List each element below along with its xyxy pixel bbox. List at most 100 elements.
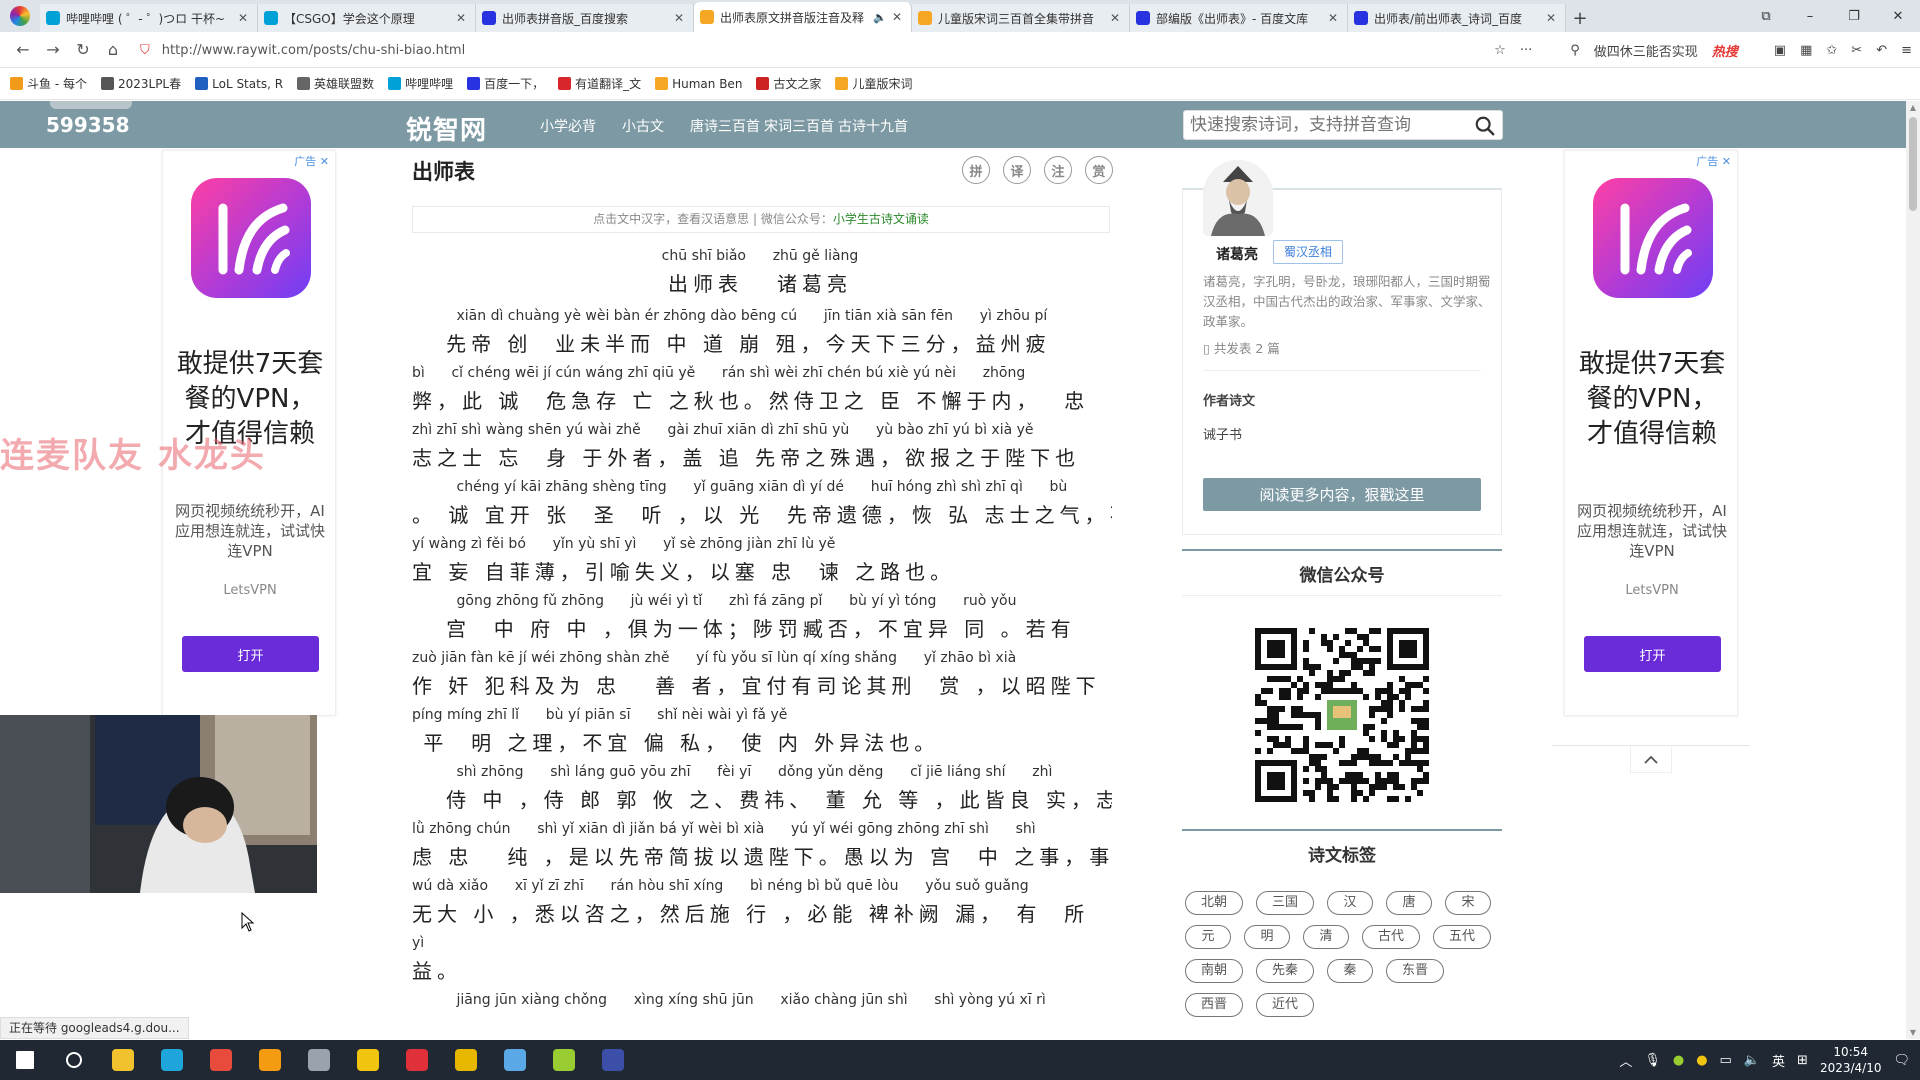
browser-tab[interactable]: 部编版《出师表》- 百度文库 ✕ [1130,4,1348,32]
taskbar-app-owl-icon[interactable] [441,1040,490,1080]
favorites-icon[interactable]: ✩ [1826,43,1837,58]
taskbar-app-gray-icon[interactable] [294,1040,343,1080]
maximize-button[interactable]: ❐ [1832,9,1876,24]
url-field[interactable]: ⛉ http://www.raywit.com/posts/chu-shi-bi… [140,37,1440,63]
more-menu-icon[interactable]: ··· [1520,43,1532,58]
right-ad[interactable]: 广告 ✕ 敢提供7天套餐的VPN，才值得信赖 网页视频统统秒开，AI应用想连就连… [1564,150,1738,716]
read-more-button[interactable]: 阅读更多内容，狠戳这里 [1203,478,1481,511]
hanzi-line[interactable]: 侍 中 ，侍 郎 郭 攸 之、费祎、 董 允 等 ，此皆良 实，志 [412,782,1112,819]
taskbar-app-se-icon[interactable] [588,1040,637,1080]
reload-button[interactable]: ↻ [68,40,98,59]
tag-chip[interactable]: 近代 [1256,993,1315,1017]
bookmark-item[interactable]: 2023LPL春 [100,75,181,92]
back-button[interactable]: ← [8,40,38,59]
tag-chip[interactable]: 东晋 [1386,959,1445,983]
undo-icon[interactable]: ↶ [1876,43,1887,58]
taskbar-browser-icon[interactable] [196,1040,245,1080]
close-tab-icon[interactable]: ✕ [453,11,469,25]
side-search-text[interactable]: 做四休三能否实现 [1594,41,1698,60]
tag-chip[interactable]: 元 [1185,925,1231,949]
system-clock[interactable]: 10:54 2023/4/10 [1820,1044,1882,1076]
taskbar-search-icon[interactable] [49,1040,98,1080]
hanzi-line[interactable]: 作 奸 犯科及为 忠 善 者，宜付有司论其刑 赏 ，以昭陛下 [412,668,1112,705]
taskbar-steam-icon[interactable] [490,1040,539,1080]
hot-search-label[interactable]: 热搜 [1712,41,1738,60]
bookmark-item[interactable]: Human Ben [655,77,742,91]
hanzi-line[interactable]: 志之士 忘 身 于外者，盖 追 先帝之殊遇，欲报之于陛下也 [412,440,1112,477]
tag-chip[interactable]: 西晋 [1185,993,1244,1017]
home-button[interactable]: ⌂ [98,40,128,59]
close-tab-icon[interactable]: ✕ [889,10,905,24]
taskbar-edge-icon[interactable] [147,1040,196,1080]
close-tab-icon[interactable]: ✕ [671,11,687,25]
site-logo[interactable]: 锐智网 [406,110,487,147]
scrollbar-thumb[interactable] [1909,117,1917,211]
bookmark-item[interactable]: 儿童版宋词 [835,75,912,92]
tag-chip[interactable]: 汉 [1327,891,1374,915]
taskbar-app-obs-icon[interactable] [343,1040,392,1080]
browser-tab[interactable]: 哔哩哔哩 ( ゜- ゜)つロ 干杯~ ✕ [40,4,258,32]
network-icon[interactable]: ▭ [1720,1053,1732,1068]
browser-tab[interactable]: 出师表原文拼音版注音及释 🔈 ✕ [694,2,912,32]
nav-song-ci[interactable]: 宋词三百首 [764,116,834,136]
hanzi-line[interactable]: 。 诚 宜开 张 圣 听 ，以 光 先帝遗德，恢 弘 志士之气，不 [412,497,1112,534]
reader-icon[interactable]: ▣ [1774,43,1786,58]
ad-open-button[interactable]: 打开 [182,636,319,672]
ad-open-button[interactable]: 打开 [1584,636,1721,672]
tag-chip[interactable]: 南朝 [1185,959,1244,983]
nav-tang-poems[interactable]: 唐诗三百首 [690,116,760,136]
bookmark-star-icon[interactable]: ☆ [1494,43,1506,58]
bookmark-item[interactable]: 哔哩哔哩 [388,75,453,92]
bookmark-item[interactable]: 古文之家 [756,75,821,92]
hanzi-line[interactable]: 无大 小 ，悉以咨之，然后施 行 ，必能 裨补阙 漏， 有 所 广 [412,896,1112,933]
title-hanzi[interactable]: 出师表 诸葛亮 [410,266,1110,303]
nav-little-classics[interactable]: 小古文 [622,116,664,136]
scroll-down-arrow-icon[interactable]: ▼ [1906,1028,1920,1037]
hanzi-line[interactable]: 平 明 之理，不宜 偏 私， 使 内 外异法也。 [412,725,1112,762]
hanzi-line[interactable]: 先帝 创 业未半而 中 道 崩 殂，今天下三分，益州疲 [412,326,1112,363]
page-scrollbar[interactable]: ▲ ▼ [1906,101,1920,1039]
close-window-button[interactable]: ✕ [1876,9,1920,24]
tag-chip[interactable]: 宋 [1445,891,1492,915]
bookmark-item[interactable]: LoL Stats, R [195,77,283,91]
appreciation-toggle-button[interactable]: 赏 [1085,156,1113,184]
tag-chip[interactable]: 清 [1303,925,1349,949]
close-tab-icon[interactable]: ✕ [1325,11,1341,25]
cut-icon[interactable]: ✂ [1851,43,1862,58]
site-search-input[interactable] [1190,115,1470,135]
browser-tab[interactable]: 【CSGO】学会这个原理 ✕ [258,4,476,32]
tray-expand-icon[interactable]: ︿ [1619,1051,1632,1070]
taskbar-explorer-icon[interactable] [98,1040,147,1080]
hanzi-line[interactable]: 虑 忠 纯 ，是以先帝简拔以遗陛下。愚以为 宫 中 之事，事 [412,839,1112,876]
ime-grid-icon[interactable]: ⊞ [1797,1053,1808,1068]
bookmark-item[interactable]: 有道翻译_文 [558,75,641,92]
nav-nineteen-poems[interactable]: 古诗十九首 [838,116,908,136]
side-search-icon[interactable]: ⚲ [1570,43,1580,58]
security-shield-icon[interactable]: ⛉ [140,43,150,58]
nav-primary-required[interactable]: 小学必背 [540,116,596,136]
microphone-icon[interactable]: 🎙 [1644,1053,1661,1068]
browser-tab[interactable]: 儿童版宋词三百首全集带拼音 ✕ [912,4,1130,32]
browser-logo-icon[interactable] [0,0,40,32]
browser-tab[interactable]: 出师表/前出师表_诗词_百度 ✕ [1348,4,1566,32]
apps-grid-icon[interactable]: ▦ [1800,43,1812,58]
tag-chip[interactable]: 五代 [1433,925,1492,949]
tray-app-icon[interactable]: ● [1696,1053,1707,1068]
pinyin-toggle-button[interactable]: 拼 [962,156,990,184]
menu-icon[interactable]: ≡ [1901,43,1912,58]
tag-chip[interactable]: 秦 [1327,959,1374,983]
tag-chip[interactable]: 北朝 [1185,891,1244,915]
hanzi-line[interactable]: 宫 中 府 中 ，俱为一体；陟罚臧否，不宜异 同 。若有 [412,611,1112,648]
volume-icon[interactable]: 🔈 [1744,1053,1760,1068]
new-tab-button[interactable]: + [1566,4,1594,32]
author-avatar[interactable] [1203,160,1273,236]
scroll-up-arrow-icon[interactable]: ▲ [1906,103,1920,112]
ime-indicator[interactable]: 英 [1772,1051,1785,1070]
forward-button[interactable]: → [38,40,68,59]
url-text[interactable]: http://www.raywit.com/posts/chu-shi-biao… [162,43,465,58]
taskbar-app-orange-icon[interactable] [245,1040,294,1080]
tag-chip[interactable]: 先秦 [1256,959,1315,983]
bookmark-item[interactable]: 英雄联盟数 [297,75,374,92]
tag-chip[interactable]: 唐 [1386,891,1433,915]
close-tab-icon[interactable]: ✕ [235,11,251,25]
